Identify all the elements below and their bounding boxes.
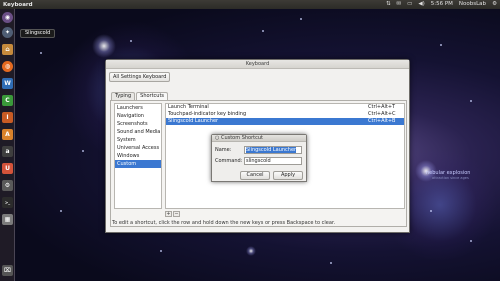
name-label: Name: [215, 147, 232, 153]
calc-icon[interactable]: C [2, 95, 13, 106]
writer-icon[interactable]: W [2, 78, 13, 89]
tab-typing[interactable]: Typing [111, 92, 136, 100]
window-title: Keyboard [106, 60, 409, 69]
launcher: ◉ ✦ ⌂ ◍ W C I A a U ⚙ >_ ▦ ⌧ [0, 9, 15, 281]
table-row[interactable]: Slingscold Launcher Ctrl+Alt+B [166, 118, 404, 125]
wallpaper-caption: nebular explosion attraction since ages [426, 170, 470, 180]
name-field-value: Slingscold Launcher [246, 147, 297, 153]
network-icon[interactable]: ⇅ [386, 0, 391, 9]
ubuntu-one-icon[interactable]: U [2, 163, 13, 174]
battery-icon[interactable]: ▭ [407, 0, 412, 9]
terminal-icon[interactable]: >_ [2, 197, 13, 208]
volume-icon[interactable]: ◀) [418, 0, 424, 9]
command-field-value: slingscold [246, 158, 271, 164]
wallpaper-subtitle: attraction since ages [432, 176, 469, 180]
shortcut-edit-buttons: + − [165, 211, 180, 217]
category-windows[interactable]: Windows [115, 152, 161, 160]
category-launchers[interactable]: Launchers [115, 104, 161, 112]
system-settings-icon[interactable]: ⚙ [2, 180, 13, 191]
apply-button[interactable]: Apply [273, 171, 303, 180]
shortcut-name: Touchpad-indicator key binding [168, 111, 247, 117]
shortcut-keys: Ctrl+Alt+B [368, 118, 396, 124]
command-label: Command: [215, 158, 243, 164]
launcher-tooltip: Slingscold [20, 29, 56, 38]
cancel-button[interactable]: Cancel [240, 171, 270, 180]
remove-shortcut-button[interactable]: − [173, 211, 180, 217]
amazon-icon[interactable]: a [2, 146, 13, 157]
home-folder-icon[interactable]: ⌂ [2, 44, 13, 55]
name-field[interactable]: Slingscold Launcher [244, 146, 302, 154]
add-shortcut-button[interactable]: + [165, 211, 172, 217]
category-list: Launchers Navigation Screenshots Sound a… [114, 103, 162, 209]
mail-icon[interactable]: ✉ [397, 0, 402, 9]
tab-bar: Typing Shortcuts [111, 92, 169, 100]
shortcut-keys: Ctrl+Alt+C [368, 111, 396, 117]
trash-icon[interactable]: ⌧ [2, 265, 13, 276]
category-screenshots[interactable]: Screenshots [115, 120, 161, 128]
category-navigation[interactable]: Navigation [115, 112, 161, 120]
edit-hint: To edit a shortcut, click the row and ho… [112, 220, 336, 226]
category-universal-access[interactable]: Universal Access [115, 144, 161, 152]
table-row[interactable]: Launch Terminal Ctrl+Alt+T [166, 104, 404, 111]
active-app-title: Keyboard [3, 1, 33, 8]
slingscold-icon[interactable]: ✦ [2, 27, 13, 38]
top-panel: Keyboard ⇅ ✉ ▭ ◀) 5:56 PM NoobsLab ⚙ [0, 0, 500, 9]
clock[interactable]: 5:56 PM [431, 0, 453, 9]
user-menu[interactable]: NoobsLab [459, 0, 486, 9]
workspaces-icon[interactable]: ▦ [2, 214, 13, 225]
shortcut-name: Launch Terminal [168, 104, 209, 110]
shortcut-name: Slingscold Launcher [168, 118, 219, 124]
category-custom-shortcuts[interactable]: Custom Shortcuts [115, 160, 161, 175]
dash-icon[interactable]: ◉ [2, 12, 13, 23]
shortcut-keys: Ctrl+Alt+T [368, 104, 396, 110]
all-settings-button[interactable]: All Settings Keyboard [109, 72, 171, 82]
custom-shortcut-dialog: ○ Custom Shortcut Name: Slingscold Launc… [211, 134, 307, 182]
dialog-title: ○ Custom Shortcut [212, 135, 306, 142]
category-sound-media[interactable]: Sound and Media [115, 128, 161, 136]
system-tray: ⇅ ✉ ▭ ◀) 5:56 PM NoobsLab ⚙ [386, 0, 497, 9]
table-row[interactable]: Touchpad-indicator key binding Ctrl+Alt+… [166, 111, 404, 118]
software-center-icon[interactable]: A [2, 129, 13, 140]
gear-icon[interactable]: ⚙ [492, 0, 497, 9]
impress-icon[interactable]: I [2, 112, 13, 123]
firefox-icon[interactable]: ◍ [2, 61, 13, 72]
category-system[interactable]: System [115, 136, 161, 144]
dialog-title-text: Custom Shortcut [220, 135, 263, 141]
tab-shortcuts[interactable]: Shortcuts [136, 92, 169, 100]
command-field[interactable]: slingscold [244, 157, 302, 165]
